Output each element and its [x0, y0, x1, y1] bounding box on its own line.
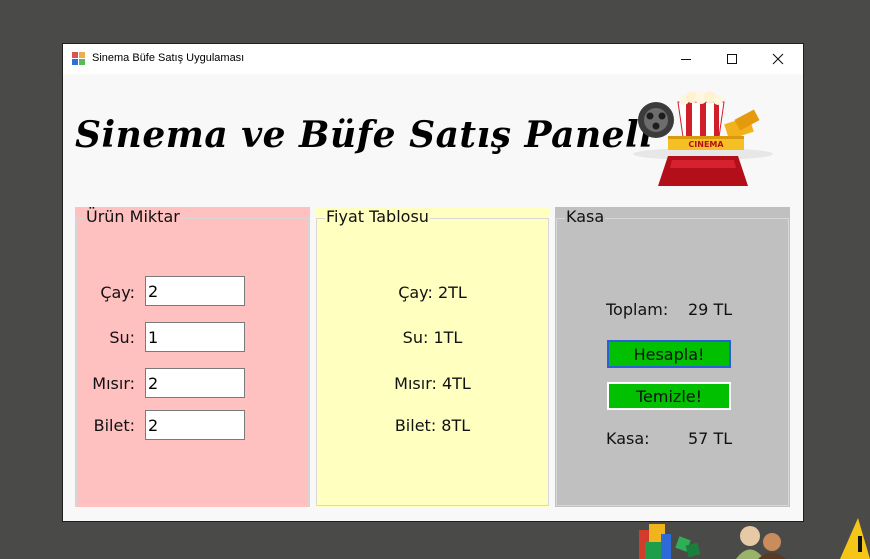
- kasa-title: Kasa: [565, 207, 606, 226]
- maximize-icon: [727, 54, 737, 64]
- cay-quantity-input[interactable]: [145, 276, 245, 306]
- temizle-button[interactable]: Temizle!: [607, 382, 731, 410]
- bilet-price: Bilet: 8TL: [394, 416, 471, 435]
- title-bar[interactable]: Sinema Büfe Satış Uygulaması: [63, 44, 803, 74]
- misir-quantity-input[interactable]: [145, 368, 245, 398]
- fiyat-tablosu-groupbox: Fiyat Tablosu Çay: 2TL Su: 1TL Mısır: 4T…: [315, 207, 550, 507]
- app-window: Sinema Büfe Satış Uygulaması Sinema ve B…: [62, 43, 804, 522]
- hesapla-button[interactable]: Hesapla!: [607, 340, 731, 368]
- warning-icon: [840, 518, 870, 559]
- minimize-button[interactable]: [663, 44, 709, 74]
- su-price: Su: 1TL: [402, 328, 463, 347]
- misir-price: Mısır: 4TL: [394, 374, 471, 393]
- page-title: Sinema ve Büfe Satış Paneli: [75, 114, 654, 156]
- misir-label: Mısır:: [92, 374, 135, 393]
- window-title: Sinema Büfe Satış Uygulaması: [92, 52, 245, 64]
- app-icon: [72, 52, 85, 65]
- su-quantity-input[interactable]: [145, 322, 245, 352]
- minimize-icon: [681, 59, 691, 60]
- groupbox-border: [316, 218, 549, 506]
- bilet-quantity-input[interactable]: [145, 410, 245, 440]
- bilet-label: Bilet:: [93, 416, 135, 435]
- kasa-label: Kasa:: [606, 429, 650, 448]
- urun-miktar-groupbox: Ürün Miktar Çay: Su: Mısır: Bilet:: [75, 207, 310, 507]
- cinema-logo: CINEMA: [633, 92, 773, 186]
- close-icon: [772, 53, 784, 65]
- close-button[interactable]: [755, 44, 801, 74]
- groupbox-border: [76, 218, 309, 506]
- su-label: Su:: [109, 328, 135, 347]
- urun-miktar-title: Ürün Miktar: [85, 207, 181, 226]
- toplam-label: Toplam:: [606, 300, 669, 319]
- fiyat-tablosu-title: Fiyat Tablosu: [325, 207, 430, 226]
- cay-price: Çay: 2TL: [398, 283, 467, 302]
- kasa-groupbox: Kasa Toplam: 29 TL Hesapla! Temizle! Kas…: [555, 207, 790, 507]
- users-app-icon[interactable]: [728, 522, 798, 559]
- maximize-button[interactable]: [709, 44, 755, 74]
- blocks-app-icon[interactable]: [633, 520, 705, 559]
- logo-text: CINEMA: [688, 140, 724, 149]
- kasa-value: 57 TL: [688, 429, 733, 448]
- cay-label: Çay:: [100, 283, 135, 302]
- toplam-value: 29 TL: [688, 300, 733, 319]
